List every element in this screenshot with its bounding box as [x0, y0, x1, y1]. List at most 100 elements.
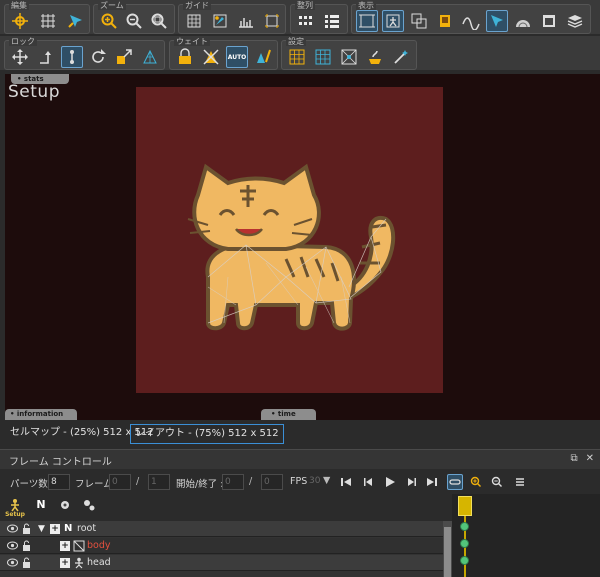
next-frame-button[interactable] [404, 474, 420, 490]
lock-move-button[interactable] [9, 46, 31, 68]
add-bone-button[interactable] [80, 498, 98, 518]
setup-button[interactable]: Setup [5, 498, 25, 518]
float-window-icon[interactable]: ⧉ [570, 453, 577, 464]
frame-total-field[interactable]: 1 [148, 474, 170, 490]
display-bone-button[interactable] [382, 10, 404, 32]
setting-magic-button[interactable] [390, 46, 412, 68]
settings-grid-icon [289, 49, 305, 65]
display-group: 表示 [351, 1, 591, 34]
timeline-menu-button[interactable] [512, 474, 528, 490]
first-frame-button[interactable] [338, 474, 354, 490]
display-onion-button[interactable] [512, 10, 534, 32]
parts-count-field[interactable]: 8 [48, 474, 70, 490]
lock-bone-button[interactable] [61, 46, 83, 68]
collapse-triangle-icon[interactable]: ▼ [38, 524, 45, 534]
prev-frame-button[interactable] [360, 474, 376, 490]
tab-layout[interactable]: レイアウト - (75%) 512 x 512 [130, 424, 284, 444]
setup-figure-icon [11, 499, 19, 512]
last-frame-button[interactable] [424, 474, 440, 490]
lock-arrows-icon [12, 49, 28, 65]
weight-paint-button[interactable] [174, 46, 196, 68]
select-tool-button[interactable] [65, 10, 87, 32]
lock-scale-button[interactable] [113, 46, 135, 68]
setting-grid-button[interactable] [286, 46, 308, 68]
part-row-head[interactable]: + head [0, 555, 443, 571]
weight-brush-button[interactable] [252, 46, 274, 68]
part-add-icon [61, 501, 69, 509]
frame-guide-button[interactable] [261, 10, 283, 32]
scale-icon [117, 49, 132, 64]
time-tab[interactable]: • time [261, 409, 316, 420]
lock-icon[interactable] [22, 557, 31, 571]
display-layers-button[interactable] [564, 10, 586, 32]
current-frame-marker[interactable] [458, 496, 472, 516]
loop-button[interactable] [447, 474, 463, 490]
lock-icon[interactable] [22, 523, 31, 537]
zoom-fit-button[interactable] [148, 10, 170, 32]
setting-table-button[interactable] [312, 46, 334, 68]
add-null-button[interactable]: N [32, 498, 50, 518]
keyframe-body[interactable] [460, 539, 469, 548]
zoom-in-button[interactable] [98, 10, 120, 32]
expand-plus-icon[interactable]: + [60, 558, 70, 568]
select-arrow-icon [68, 15, 82, 28]
setting-mesh-button[interactable] [338, 46, 360, 68]
display-overlap-button[interactable] [408, 10, 430, 32]
expand-plus-icon[interactable]: + [50, 524, 60, 534]
part-row-body[interactable]: + body [0, 538, 443, 554]
mesh-select-icon [143, 49, 157, 64]
weight-clear-button[interactable] [200, 46, 222, 68]
play-button[interactable] [382, 474, 398, 490]
display-group-label: 表示 [356, 1, 376, 10]
move-tool-button[interactable] [9, 10, 31, 32]
pointer-icon [491, 15, 503, 27]
close-icon[interactable]: ✕ [586, 453, 594, 464]
snap-guide-button[interactable] [209, 10, 231, 32]
visibility-eye-icon[interactable] [7, 541, 18, 553]
brush-icon [257, 49, 271, 63]
list-icon [325, 15, 339, 28]
information-tab[interactable]: • information [5, 409, 77, 420]
expand-plus-icon[interactable]: + [60, 541, 70, 551]
ruler-guide-button[interactable] [235, 10, 257, 32]
curve-icon [462, 17, 480, 30]
timeline[interactable] [452, 494, 600, 577]
display-image-button[interactable] [434, 10, 456, 32]
keyframe-head[interactable] [460, 556, 469, 565]
zoom-out-icon [126, 13, 142, 29]
lock-mesh-button[interactable] [139, 46, 161, 68]
timeline-zoom-out-button[interactable] [489, 474, 505, 490]
grid-guide-button[interactable] [183, 10, 205, 32]
end-frame-field[interactable]: 0 [261, 474, 283, 490]
mesh-edit-button[interactable] [37, 10, 59, 32]
move-icon [12, 13, 28, 29]
start-frame-field[interactable]: 0 [222, 474, 244, 490]
timeline-zoom-in-button[interactable] [468, 474, 484, 490]
align-grid-button[interactable] [295, 10, 317, 32]
scrollbar-thumb[interactable] [444, 527, 451, 577]
part-row-root[interactable]: ▼ + N root [0, 521, 443, 537]
parts-scrollbar[interactable] [443, 521, 452, 577]
weight-auto-button[interactable]: AUTO [226, 46, 248, 68]
cat-character-image[interactable] [136, 87, 443, 393]
frame-field[interactable]: 0 [109, 474, 131, 490]
layout-viewport[interactable]: • stats Setup • information • time [5, 74, 600, 420]
fps-dropdown-icon[interactable]: ▼ [323, 475, 330, 486]
keyframe-root[interactable] [460, 522, 469, 531]
zoom-out-button[interactable] [123, 10, 145, 32]
display-canvas-button[interactable] [356, 10, 378, 32]
add-part-button[interactable] [56, 498, 74, 518]
setting-bake-button[interactable] [364, 46, 386, 68]
visibility-eye-icon[interactable] [7, 558, 18, 570]
lock-anchor-button[interactable] [35, 46, 57, 68]
frame-control-header: フレーム コントロール ⧉ ✕ [0, 449, 600, 469]
zoom-group-label: ズーム [98, 1, 126, 10]
display-select-button[interactable] [486, 10, 508, 32]
visibility-eye-icon[interactable] [7, 524, 18, 536]
lock-icon[interactable] [22, 540, 31, 554]
display-window-button[interactable] [538, 10, 560, 32]
fps-value[interactable]: 30 [307, 474, 321, 490]
align-list-button[interactable] [321, 10, 343, 32]
lock-rotate-button[interactable] [87, 46, 109, 68]
display-curve-button[interactable] [460, 10, 482, 32]
